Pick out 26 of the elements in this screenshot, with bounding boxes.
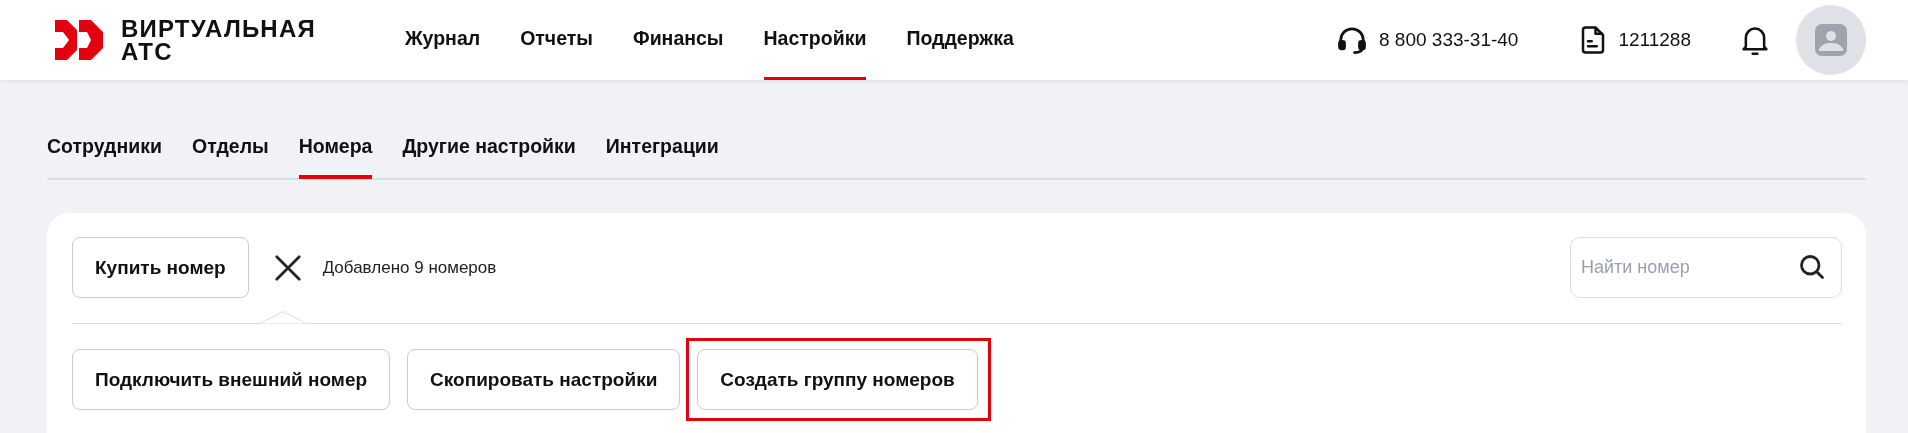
logo-icon xyxy=(55,20,105,60)
headset-icon xyxy=(1337,25,1367,55)
section-tab[interactable]: Интеграции xyxy=(605,118,719,179)
section-tab[interactable]: Сотрудники xyxy=(47,118,162,179)
action-button[interactable]: Подключить внешний номер xyxy=(72,349,391,410)
section-tab[interactable]: Отделы xyxy=(191,118,269,179)
logo-text: ВИРТУАЛЬНАЯ xyxy=(121,17,316,40)
section-tab[interactable]: Другие настройки xyxy=(402,118,576,179)
section-tab[interactable]: Номера xyxy=(298,118,373,179)
action-button[interactable]: Скопировать настройки xyxy=(407,349,681,410)
search-icon[interactable] xyxy=(1798,253,1826,281)
bell-icon[interactable] xyxy=(1741,24,1769,56)
close-icon[interactable] xyxy=(272,252,303,283)
nav-tab[interactable]: Поддержка xyxy=(906,0,1014,80)
search-field[interactable]: Найти номер xyxy=(1570,237,1842,298)
phone-number: 8 800 333-31-40 xyxy=(1379,29,1519,51)
logo-text: АТС xyxy=(121,40,174,63)
document-icon xyxy=(1580,25,1607,55)
nav-tab[interactable]: Журнал xyxy=(405,0,481,80)
nav-tab[interactable]: Отчеты xyxy=(520,0,593,80)
action-button[interactable]: Создать группу номеров xyxy=(697,349,978,410)
buy-number-button[interactable]: Купить номер xyxy=(72,237,249,298)
status-text: Добавлено 9 номеров xyxy=(322,257,497,278)
nav-tab[interactable]: Финансы xyxy=(633,0,724,80)
nav-tab[interactable]: Настройки xyxy=(763,0,867,80)
account-number: 1211288 xyxy=(1618,29,1691,51)
